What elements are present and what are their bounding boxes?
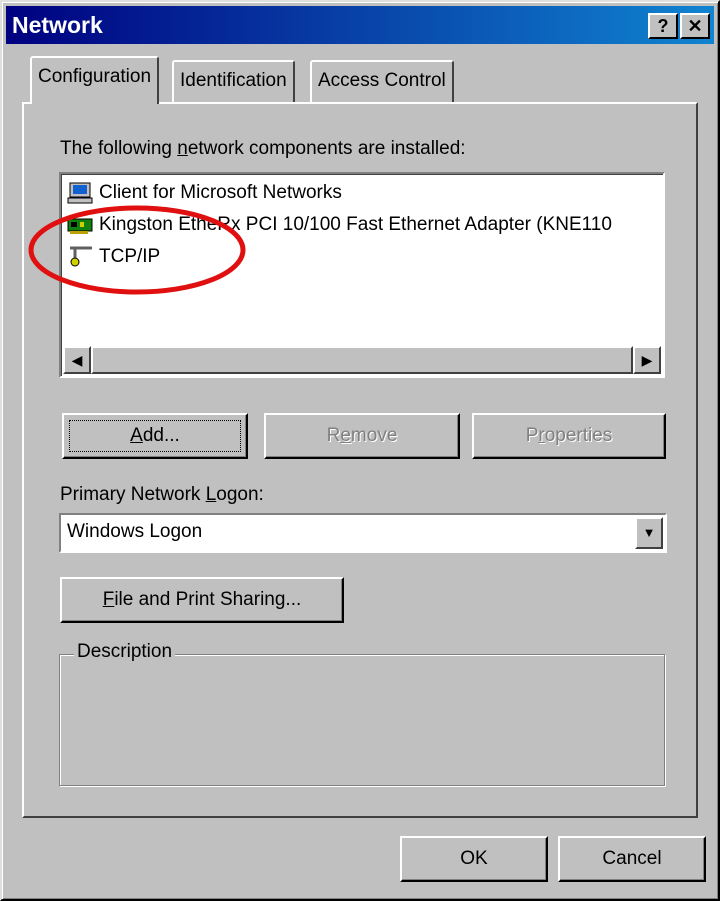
primary-logon-value: Windows Logon [67, 521, 203, 542]
network-adapter-icon [67, 213, 95, 237]
cancel-button[interactable]: Cancel [558, 836, 706, 882]
window-title: Network [12, 12, 103, 38]
properties-button[interactable]: Properties [472, 413, 666, 459]
scroll-thumb[interactable] [91, 346, 633, 374]
list-item-label: TCP/IP [99, 246, 161, 267]
horizontal-scrollbar[interactable]: ◀ ▶ [63, 346, 661, 374]
description-group: Description [59, 641, 665, 786]
tab-identification[interactable]: Identification [172, 60, 295, 102]
title-bar[interactable]: Network ? ✕ [6, 6, 714, 44]
list-item[interactable]: Kingston EtheRx PCI 10/100 Fast Ethernet… [67, 210, 612, 240]
tab-configuration[interactable]: Configuration [30, 56, 160, 104]
tab-access-control[interactable]: Access Control [310, 60, 454, 102]
network-client-icon [67, 181, 95, 205]
protocol-icon [67, 245, 95, 269]
remove-button[interactable]: Remove [264, 413, 460, 459]
description-title: Description [74, 641, 176, 663]
primary-logon-label: Primary Network Logon: [60, 484, 264, 505]
primary-logon-select[interactable]: Windows Logon ▼ [59, 513, 667, 553]
add-button[interactable]: Add... [62, 413, 248, 459]
list-item-label: Client for Microsoft Networks [99, 182, 342, 203]
file-print-sharing-button[interactable]: File and Print Sharing... [60, 577, 344, 623]
scroll-left-icon[interactable]: ◀ [63, 346, 91, 374]
components-list[interactable]: Client for Microsoft Networks Kingston E… [59, 172, 665, 378]
ok-button[interactable]: OK [400, 836, 548, 882]
scroll-right-icon[interactable]: ▶ [633, 346, 661, 374]
network-dialog: Network ? ✕ Configuration Identification… [0, 0, 720, 901]
components-label: The following network components are ins… [60, 138, 466, 159]
close-button[interactable]: ✕ [680, 13, 710, 39]
chevron-down-icon[interactable]: ▼ [635, 517, 663, 549]
list-item-label: Kingston EtheRx PCI 10/100 Fast Ethernet… [99, 214, 612, 235]
help-button[interactable]: ? [648, 13, 678, 39]
list-item[interactable]: Client for Microsoft Networks [67, 178, 342, 208]
list-item[interactable]: TCP/IP [67, 242, 160, 272]
